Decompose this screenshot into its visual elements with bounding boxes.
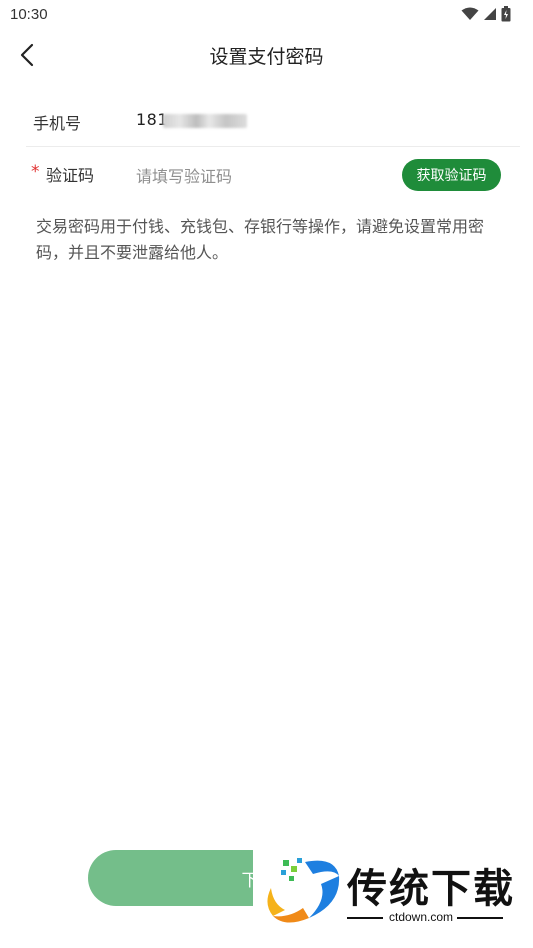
status-time: 10:30 — [10, 6, 48, 23]
page-title: 设置支付密码 — [209, 46, 324, 68]
watermark: 传统下载 ctdown.com — [253, 846, 533, 948]
required-mark: * — [31, 162, 40, 182]
phone-label: 手机号 — [33, 114, 82, 133]
watermark-divider-left — [347, 917, 383, 919]
watermark-divider-right — [457, 917, 503, 919]
hint-text: 交易密码用于付钱、充钱包、存银行等操作，请避免设置常用密码，并且不要泄露给他人。 — [36, 217, 485, 262]
watermark-title: 传统下载 — [347, 866, 515, 912]
get-code-button[interactable]: 获取验证码 — [402, 159, 501, 191]
phone-masked-digits — [163, 114, 247, 128]
code-label: 验证码 — [46, 166, 95, 185]
status-bar: 10:30 — [0, 0, 533, 30]
signal-icon — [484, 8, 496, 20]
code-row: * 验证码 获取验证码 — [26, 150, 520, 200]
wifi-icon — [461, 7, 479, 20]
verification-code-input[interactable] — [134, 162, 368, 190]
watermark-url: ctdown.com — [389, 910, 454, 924]
watermark-logo-icon — [267, 858, 340, 923]
status-icons — [461, 6, 511, 22]
phone-row: 手机号 181 — [26, 96, 520, 147]
app-header: 设置支付密码 — [0, 30, 533, 80]
battery-icon — [501, 6, 511, 22]
